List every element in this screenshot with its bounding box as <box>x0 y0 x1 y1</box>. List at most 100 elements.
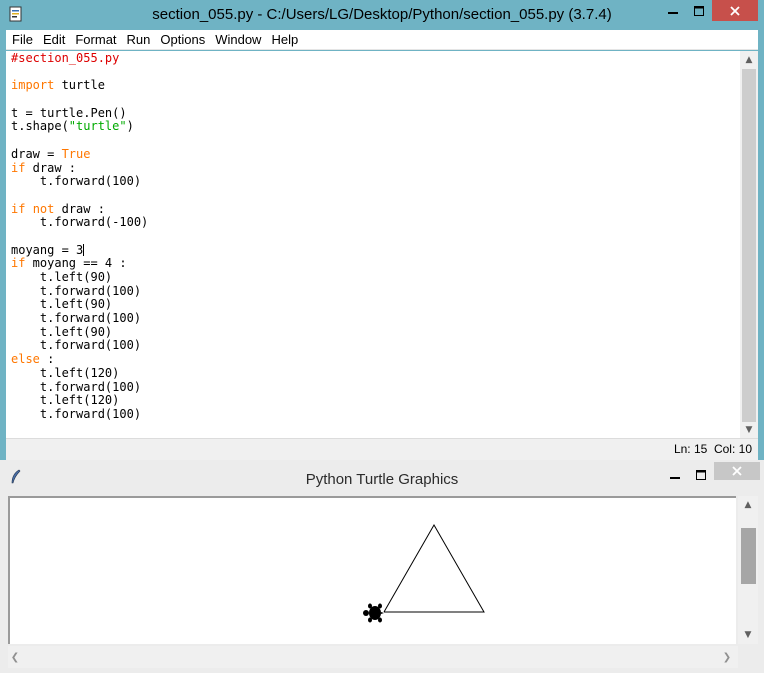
code-editor[interactable]: #section_055.py​import turtle​t = turtle… <box>6 51 740 438</box>
code-text[interactable]: #section_055.py​import turtle​t = turtle… <box>11 51 148 422</box>
code-line[interactable]: if draw : <box>11 160 148 176</box>
turtle-horizontal-scrollbar[interactable]: ❮ ❯ <box>8 646 738 668</box>
code-line[interactable]: #section_055.py <box>11 51 148 66</box>
code-line[interactable]: t.left(90) <box>11 270 148 285</box>
menu-format[interactable]: Format <box>70 30 121 50</box>
code-token: t.forward(100) <box>11 174 142 189</box>
code-token: t.forward(100) <box>11 283 142 298</box>
code-line[interactable]: import turtle <box>11 79 148 93</box>
turtle-shape-icon <box>363 603 384 623</box>
code-token: draw = <box>11 146 62 161</box>
menu-file[interactable]: File <box>6 30 38 50</box>
code-token: moyang = 3 <box>11 242 84 257</box>
code-line[interactable]: else : <box>11 352 148 367</box>
chevron-up-icon[interactable]: ▲ <box>740 51 758 68</box>
code-token: if <box>11 256 26 271</box>
code-token: import <box>11 78 55 93</box>
code-line[interactable]: t = turtle.Pen() <box>11 105 148 121</box>
code-line[interactable]: t.forward(100) <box>11 283 148 299</box>
code-token: t.forward(100) <box>11 311 142 326</box>
status-bar: Ln: 15 Col: 10 <box>6 438 758 460</box>
code-line[interactable]: t.forward(100) <box>11 339 148 353</box>
minimize-icon <box>670 476 680 479</box>
triangle-drawing <box>383 523 485 613</box>
idle-editor-window: section_055.py - C:/Users/LG/Desktop/Pyt… <box>0 0 764 460</box>
code-token: t.left(90) <box>11 270 113 284</box>
code-token: t.left(90) <box>11 297 113 312</box>
chevron-down-icon[interactable]: ▼ <box>740 421 758 438</box>
code-line[interactable]: t.left(120) <box>11 393 148 408</box>
minimize-icon <box>668 11 678 14</box>
minimize-button[interactable] <box>660 0 686 21</box>
code-token: t.forward(100) <box>11 379 142 394</box>
close-button[interactable] <box>712 0 758 21</box>
code-token: t.forward(100) <box>11 406 142 421</box>
code-line[interactable]: moyang = 3 <box>11 242 148 258</box>
close-icon <box>730 5 740 16</box>
code-token: "turtle" <box>68 119 127 134</box>
code-line[interactable]: t.shape("turtle") <box>11 120 148 134</box>
code-line[interactable]: ​ <box>11 230 148 244</box>
code-line[interactable]: t.forward(-100) <box>11 215 148 230</box>
code-line[interactable]: if moyang == 4 : <box>11 256 148 271</box>
turtle-close-button[interactable] <box>714 462 760 480</box>
code-line[interactable]: ​ <box>11 66 148 80</box>
code-line[interactable]: draw = True <box>11 146 148 162</box>
maximize-button[interactable] <box>686 0 712 21</box>
menu-bar: File Edit Format Run Options Window Help <box>6 30 758 50</box>
code-token: t.left(90) <box>11 324 113 339</box>
turtle-title-bar[interactable]: Python Turtle Graphics <box>0 460 764 496</box>
code-line[interactable]: ​ <box>11 93 148 107</box>
window-title: section_055.py - C:/Users/LG/Desktop/Pyt… <box>152 6 612 23</box>
code-line[interactable]: t.forward(100) <box>11 406 148 422</box>
code-line[interactable]: t.left(120) <box>11 365 148 381</box>
code-token: not <box>32 201 55 216</box>
code-line[interactable]: t.left(90) <box>11 298 148 312</box>
menu-options[interactable]: Options <box>155 30 210 50</box>
turtle-minimize-button[interactable] <box>662 464 688 485</box>
menu-edit[interactable]: Edit <box>38 30 70 50</box>
code-line[interactable]: ​ <box>11 189 148 203</box>
text-cursor <box>83 243 85 256</box>
code-line[interactable]: ​ <box>11 134 148 148</box>
code-token: else <box>11 352 40 367</box>
code-line[interactable]: if not draw : <box>11 201 148 217</box>
chevron-left-icon[interactable]: ❮ <box>8 650 22 664</box>
menu-help[interactable]: Help <box>266 30 303 50</box>
turtle-drawing <box>363 523 485 623</box>
code-line[interactable]: t.left(90) <box>11 324 148 340</box>
code-token: : <box>39 352 55 367</box>
maximize-icon <box>694 5 704 16</box>
maximize-icon <box>696 469 706 480</box>
turtle-vertical-scrollbar[interactable]: ▲ ▼ <box>738 496 758 644</box>
title-bar[interactable]: section_055.py - C:/Users/LG/Desktop/Pyt… <box>0 0 764 30</box>
menu-run[interactable]: Run <box>122 30 156 50</box>
code-token: True <box>61 146 91 161</box>
code-token: #section_055.py <box>11 51 120 65</box>
close-icon <box>732 466 742 476</box>
turtle-maximize-button[interactable] <box>688 464 714 485</box>
code-token: t.left(120) <box>11 393 120 408</box>
chevron-right-icon[interactable]: ❯ <box>720 650 734 664</box>
code-token: t.forward(100) <box>11 338 142 353</box>
code-token: draw : <box>25 160 77 175</box>
code-token: t.left(120) <box>11 365 120 380</box>
turtle-canvas[interactable] <box>8 496 736 644</box>
code-token: draw : <box>54 201 105 216</box>
code-line[interactable]: t.forward(100) <box>11 311 148 326</box>
code-token: t = turtle.Pen() <box>11 105 127 120</box>
code-token: turtle <box>54 78 105 93</box>
scrollbar-thumb[interactable] <box>741 528 756 584</box>
code-line[interactable]: t.forward(100) <box>11 174 148 189</box>
menu-window[interactable]: Window <box>210 30 266 50</box>
code-token: t.shape( <box>11 119 69 134</box>
chevron-down-icon[interactable]: ▼ <box>738 628 758 642</box>
cursor-position: Ln: 15 Col: 10 <box>673 442 752 456</box>
code-line[interactable]: t.forward(100) <box>11 379 148 395</box>
turtle-window-title: Python Turtle Graphics <box>305 471 459 488</box>
editor-vertical-scrollbar[interactable]: ▲ ▼ <box>740 51 758 438</box>
chevron-up-icon[interactable]: ▲ <box>738 498 758 512</box>
scrollbar-thumb[interactable] <box>742 69 756 422</box>
code-token: if <box>11 160 26 175</box>
